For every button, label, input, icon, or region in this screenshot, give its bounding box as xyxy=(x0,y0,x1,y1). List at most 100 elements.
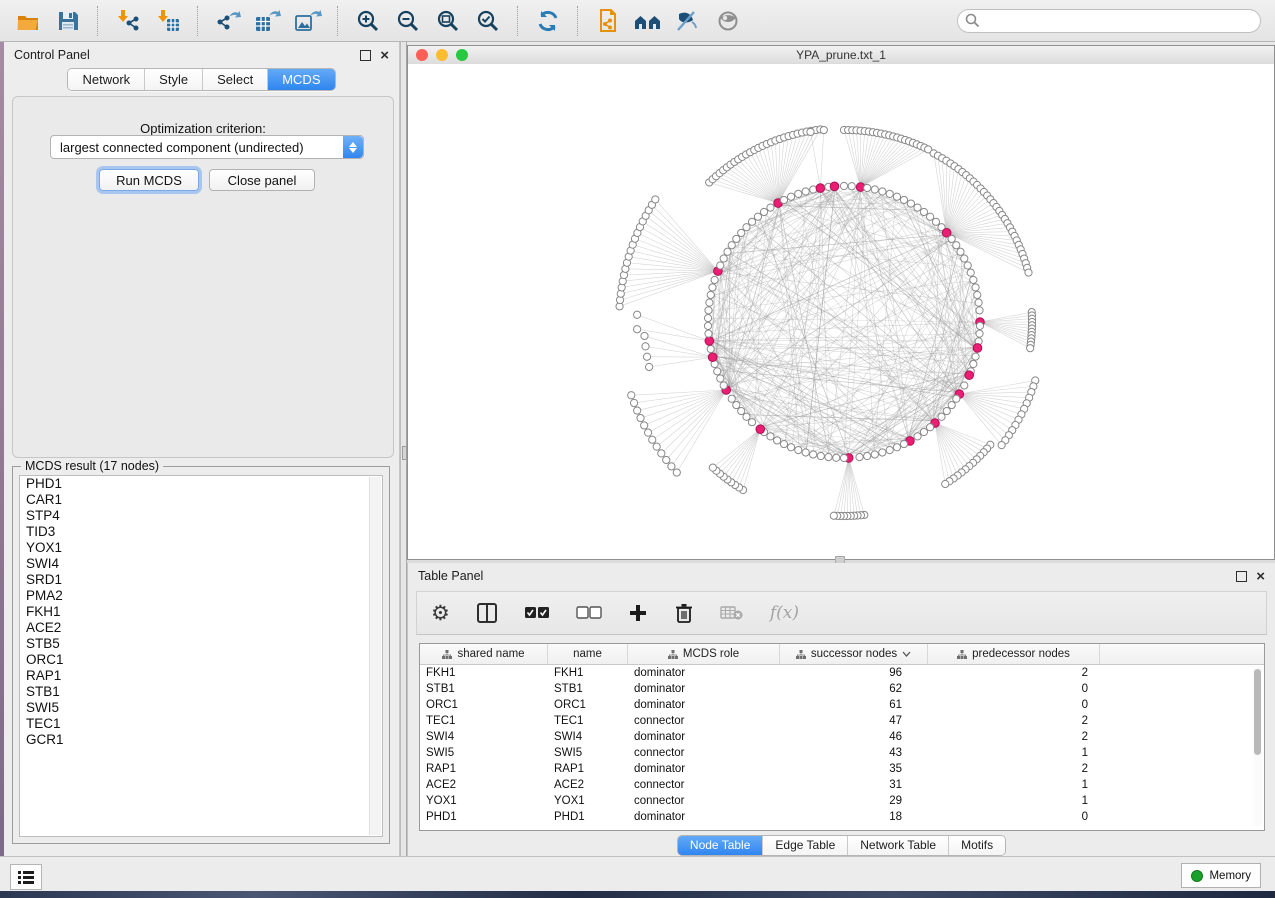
network-ring-node[interactable] xyxy=(886,446,893,453)
table-row[interactable]: ACE2ACE2connector311 xyxy=(420,777,1264,793)
network-leaf-node[interactable] xyxy=(646,363,653,370)
network-leaf-node[interactable] xyxy=(643,353,650,360)
network-ring-node[interactable] xyxy=(893,444,900,451)
network-ring-node[interactable] xyxy=(714,368,721,375)
gear-icon[interactable]: ⚙ xyxy=(431,603,450,623)
tab-node-table[interactable]: Node Table xyxy=(678,836,763,855)
network-ring-node[interactable] xyxy=(704,315,711,322)
network-leaf-node[interactable] xyxy=(653,443,660,450)
table-row[interactable]: ORC1ORC1dominator610 xyxy=(420,697,1264,713)
network-leaf-node[interactable] xyxy=(658,450,665,457)
network-canvas[interactable] xyxy=(408,64,1274,559)
network-ring-node[interactable] xyxy=(748,419,755,426)
network-ring-node[interactable] xyxy=(926,213,933,220)
network-ring-node[interactable] xyxy=(802,188,809,195)
network-ring-node[interactable] xyxy=(900,440,907,447)
network-leaf-node[interactable] xyxy=(663,456,670,463)
network-ring-node[interactable] xyxy=(767,204,774,211)
deselect-all-icon[interactable] xyxy=(576,606,602,620)
mcds-result-item[interactable]: STB5 xyxy=(20,636,382,652)
network-ring-node[interactable] xyxy=(705,307,712,314)
network-ring-node[interactable] xyxy=(760,208,767,215)
mcds-result-item[interactable]: SWI4 xyxy=(20,556,382,572)
network-mcds-node[interactable] xyxy=(705,337,714,346)
eye-icon[interactable] xyxy=(713,6,743,36)
network-ring-node[interactable] xyxy=(879,188,886,195)
network-ring-node[interactable] xyxy=(907,200,914,207)
network-leaf-node[interactable] xyxy=(942,480,949,487)
network-ring-node[interactable] xyxy=(856,454,863,461)
network-ring-node[interactable] xyxy=(948,235,955,242)
table-scrollbar[interactable] xyxy=(1253,666,1262,826)
network-leaf-node[interactable] xyxy=(1027,345,1034,352)
network-leaf-node[interactable] xyxy=(642,343,649,350)
mcds-result-item[interactable]: CAR1 xyxy=(20,492,382,508)
houses-icon[interactable] xyxy=(633,6,663,36)
close-panel-button[interactable]: Close panel xyxy=(209,169,315,191)
zoom-selected-icon[interactable] xyxy=(473,6,503,36)
column-header-predecessor-nodes[interactable]: predecessor nodes xyxy=(928,644,1100,664)
table-row[interactable]: TEC1TEC1connector472 xyxy=(420,713,1264,729)
network-ring-node[interactable] xyxy=(780,440,787,447)
network-ring-node[interactable] xyxy=(970,360,977,367)
network-ring-node[interactable] xyxy=(817,452,824,459)
network-ring-node[interactable] xyxy=(893,193,900,200)
mcds-result-item[interactable]: TID3 xyxy=(20,524,382,540)
network-ring-node[interactable] xyxy=(787,193,794,200)
network-ring-node[interactable] xyxy=(943,407,950,414)
mcds-result-item[interactable]: ORC1 xyxy=(20,652,382,668)
network-leaf-node[interactable] xyxy=(641,422,648,429)
document-share-icon[interactable] xyxy=(593,6,623,36)
network-leaf-node[interactable] xyxy=(649,436,656,443)
network-ring-node[interactable] xyxy=(970,276,977,283)
network-ring-node[interactable] xyxy=(961,382,968,389)
search-input[interactable] xyxy=(957,9,1261,33)
network-ring-node[interactable] xyxy=(976,330,983,337)
network-ring-node[interactable] xyxy=(926,424,933,431)
network-ring-node[interactable] xyxy=(795,190,802,197)
close-panel-icon[interactable]: × xyxy=(1256,572,1265,581)
network-ring-node[interactable] xyxy=(787,444,794,451)
zoom-in-icon[interactable] xyxy=(353,6,383,36)
mcds-result-item[interactable]: YOX1 xyxy=(20,540,382,556)
delete-icon[interactable] xyxy=(674,602,694,624)
mcds-result-list[interactable]: PHD1CAR1STP4TID3YOX1SWI4SRD1PMA2FKH1ACE2… xyxy=(19,475,383,837)
network-leaf-node[interactable] xyxy=(1025,269,1032,276)
network-ring-node[interactable] xyxy=(774,437,781,444)
network-leaf-node[interactable] xyxy=(628,392,635,399)
network-ring-node[interactable] xyxy=(709,284,716,291)
network-ring-node[interactable] xyxy=(871,186,878,193)
network-leaf-node[interactable] xyxy=(830,512,837,519)
scrollbar-thumb[interactable] xyxy=(1254,669,1261,755)
memory-button[interactable]: Memory xyxy=(1181,863,1261,888)
import-network-icon[interactable] xyxy=(113,6,143,36)
export-image-icon[interactable] xyxy=(293,6,323,36)
network-ring-node[interactable] xyxy=(871,451,878,458)
network-ring-node[interactable] xyxy=(914,204,921,211)
network-ring-node[interactable] xyxy=(733,235,740,242)
network-mcds-node[interactable] xyxy=(973,344,982,353)
tab-style[interactable]: Style xyxy=(144,69,202,90)
network-ring-node[interactable] xyxy=(932,218,939,225)
network-leaf-node[interactable] xyxy=(820,126,827,133)
export-network-icon[interactable] xyxy=(213,6,243,36)
mcds-result-item[interactable]: FKH1 xyxy=(20,604,382,620)
tab-mcds[interactable]: MCDS xyxy=(267,69,334,90)
table-row[interactable]: YOX1YOX1connector291 xyxy=(420,793,1264,809)
network-ring-node[interactable] xyxy=(974,291,981,298)
network-ring-node[interactable] xyxy=(717,375,724,382)
network-leaf-node[interactable] xyxy=(673,469,680,476)
network-leaf-node[interactable] xyxy=(998,442,1005,449)
network-ring-node[interactable] xyxy=(886,190,893,197)
vertical-splitter[interactable] xyxy=(400,42,407,856)
folder-open-icon[interactable] xyxy=(13,6,43,36)
task-history-button[interactable] xyxy=(10,864,42,890)
network-ring-node[interactable] xyxy=(767,433,774,440)
tab-motifs[interactable]: Motifs xyxy=(948,836,1005,855)
network-leaf-node[interactable] xyxy=(634,326,641,333)
result-scrollbar[interactable] xyxy=(369,477,381,835)
float-panel-icon[interactable] xyxy=(360,50,371,61)
network-ring-node[interactable] xyxy=(972,284,979,291)
network-ring-node[interactable] xyxy=(810,451,817,458)
network-ring-node[interactable] xyxy=(976,322,983,329)
